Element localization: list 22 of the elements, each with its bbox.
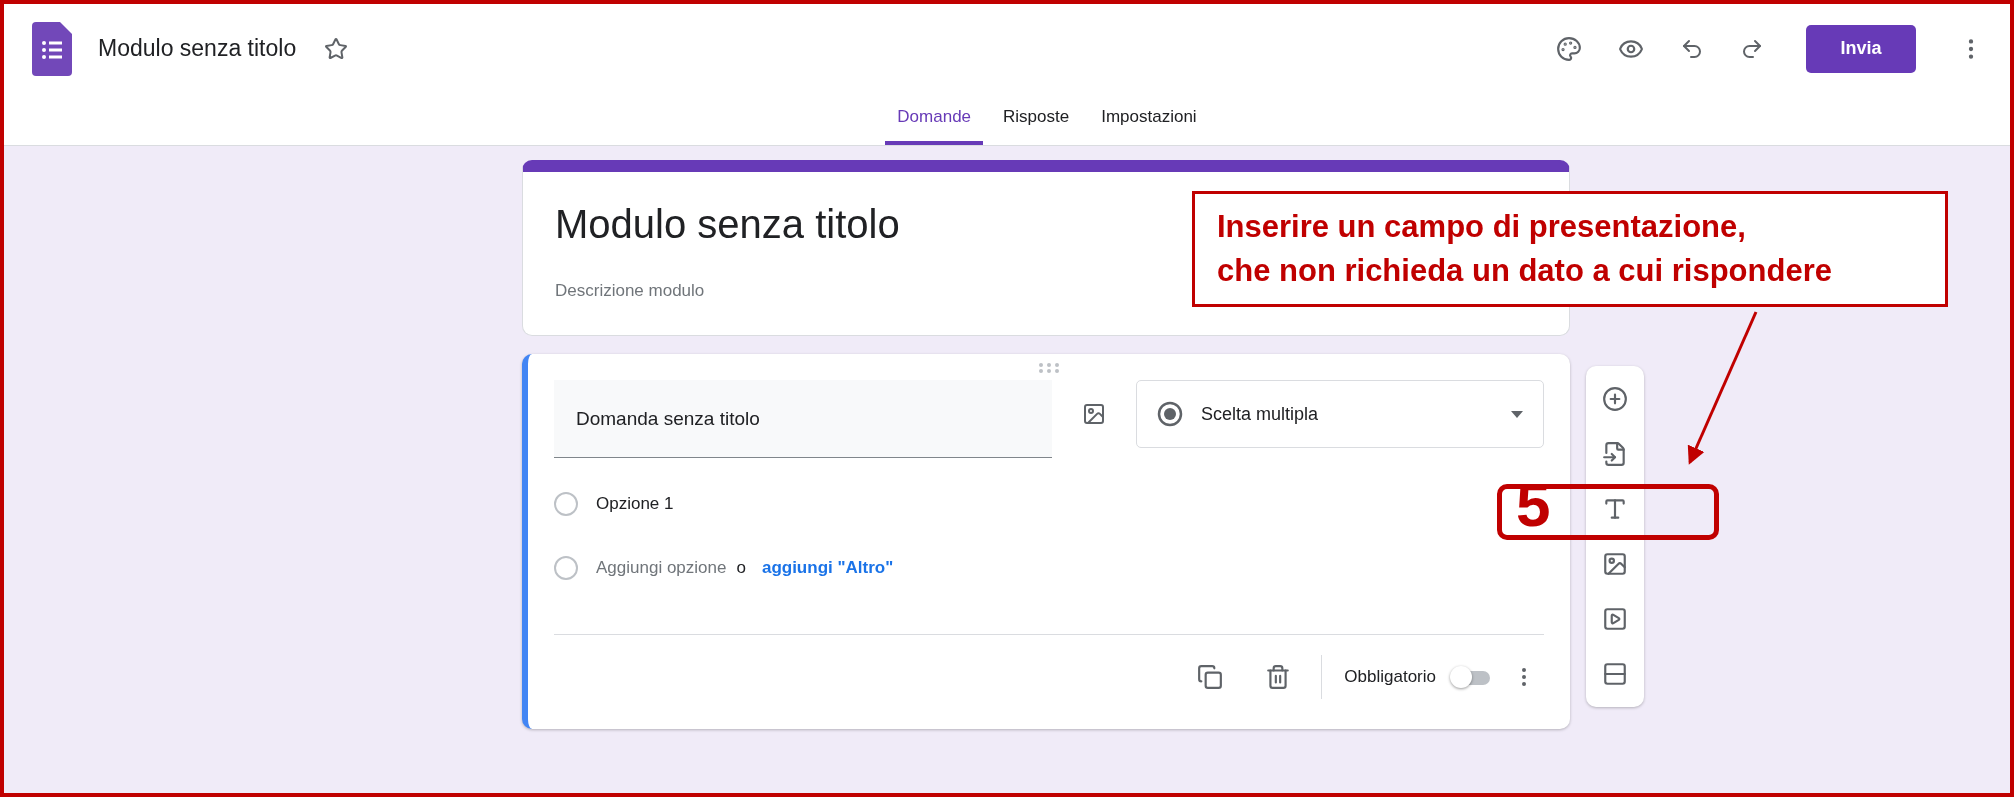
form-title[interactable]: Modulo senza titolo	[555, 202, 900, 247]
radio-circle-icon	[554, 556, 578, 580]
tab[interactable]: Risposte	[991, 93, 1082, 145]
drag-handle-icon[interactable]	[1037, 362, 1061, 374]
option-label[interactable]: Opzione 1	[596, 494, 674, 514]
caret-icon	[1511, 410, 1523, 418]
question-type-dropdown[interactable]: Scelta multipla	[1136, 380, 1544, 448]
callout-text: che non richieda un dato a cui rispondere	[1217, 252, 1832, 290]
radio-circle-icon	[554, 492, 578, 516]
add-other-link[interactable]: aggiungi "Altro"	[761, 558, 894, 578]
or-text: o	[736, 558, 746, 578]
radio-button-icon	[1157, 401, 1183, 427]
required-label: Obbligatorio	[1344, 667, 1436, 687]
send-button[interactable]: Invia	[1806, 24, 1916, 73]
required-toggle[interactable]	[1450, 664, 1490, 690]
question-field[interactable]: Domanda senza titolo	[554, 380, 1052, 458]
form-name[interactable]: Modulo senza titolo	[98, 35, 297, 62]
add-option-link[interactable]: Aggiungi opzione	[596, 558, 727, 578]
tab[interactable]: Impostazioni	[1089, 93, 1209, 145]
tab[interactable]: Domande	[885, 93, 984, 145]
forms-logo-icon[interactable]	[32, 21, 72, 76]
callout-text: Inserire un campo di presentazione,	[1217, 208, 1746, 246]
